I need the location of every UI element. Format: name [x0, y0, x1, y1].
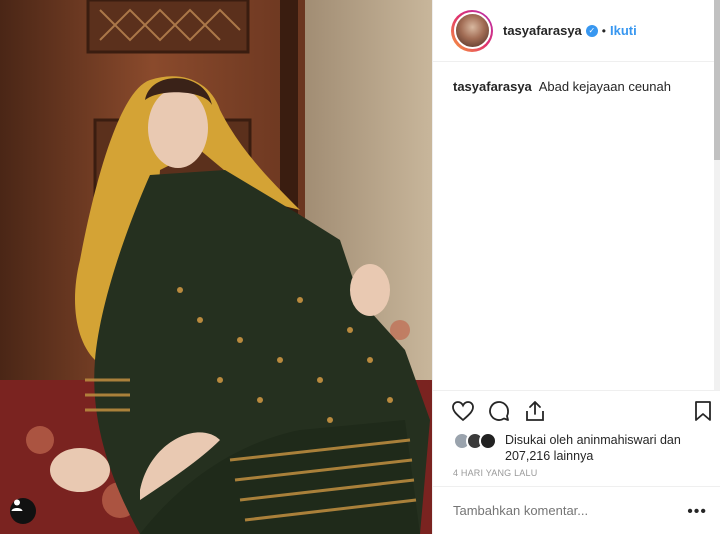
like-button[interactable]	[451, 399, 475, 423]
likes-middle: dan	[659, 433, 681, 447]
likes-count[interactable]: 207,216	[505, 449, 550, 463]
share-button[interactable]	[523, 399, 547, 423]
likes-prefix: Disukai oleh	[505, 433, 574, 447]
liker-avatar	[479, 432, 497, 450]
header-username[interactable]: tasyafarasya	[503, 23, 582, 38]
liker-avatars[interactable]	[453, 432, 501, 450]
scrollbar-thumb[interactable]	[714, 0, 720, 160]
avatar-story-ring[interactable]	[451, 9, 493, 52]
comments-scrollbar[interactable]	[714, 0, 720, 390]
comment-input[interactable]	[453, 503, 673, 518]
comment-icon	[489, 401, 509, 421]
likes-suffix[interactable]: lainnya	[554, 449, 594, 463]
likes-summary: Disukai oleh aninmahiswari dan 207,216 l…	[453, 432, 720, 464]
photo-illustration	[0, 0, 432, 534]
share-icon	[526, 401, 544, 421]
verified-badge-icon: ✓	[585, 24, 598, 37]
liked-by-user[interactable]: aninmahiswari	[577, 433, 657, 447]
caption-username[interactable]: tasyafarasya	[453, 79, 532, 94]
bookmark-icon	[695, 401, 711, 421]
likes-text: Disukai oleh aninmahiswari dan 207,216 l…	[505, 432, 720, 464]
more-options-icon[interactable]: •••	[687, 503, 707, 521]
caption-text: Abad kejayaan ceunah	[538, 79, 671, 94]
post-photo[interactable]	[0, 0, 432, 534]
post-header: tasyafarasya ✓ • Ikuti	[433, 0, 720, 62]
post-details-panel: tasyafarasya ✓ • Ikuti tasyafarasya Abad…	[432, 0, 720, 534]
avatar	[453, 12, 491, 49]
tag-people-button[interactable]	[10, 498, 36, 524]
post-timestamp[interactable]: 4 HARI YANG LALU	[453, 468, 537, 478]
heart-icon	[452, 401, 474, 422]
comment-box: •••	[433, 486, 720, 534]
post-caption: tasyafarasya Abad kejayaan ceunah	[453, 78, 703, 96]
header-separator: •	[601, 23, 606, 38]
save-button[interactable]	[691, 399, 715, 423]
comment-button[interactable]	[487, 399, 511, 423]
person-tag-icon	[11, 499, 23, 511]
follow-button[interactable]: Ikuti	[610, 23, 637, 38]
